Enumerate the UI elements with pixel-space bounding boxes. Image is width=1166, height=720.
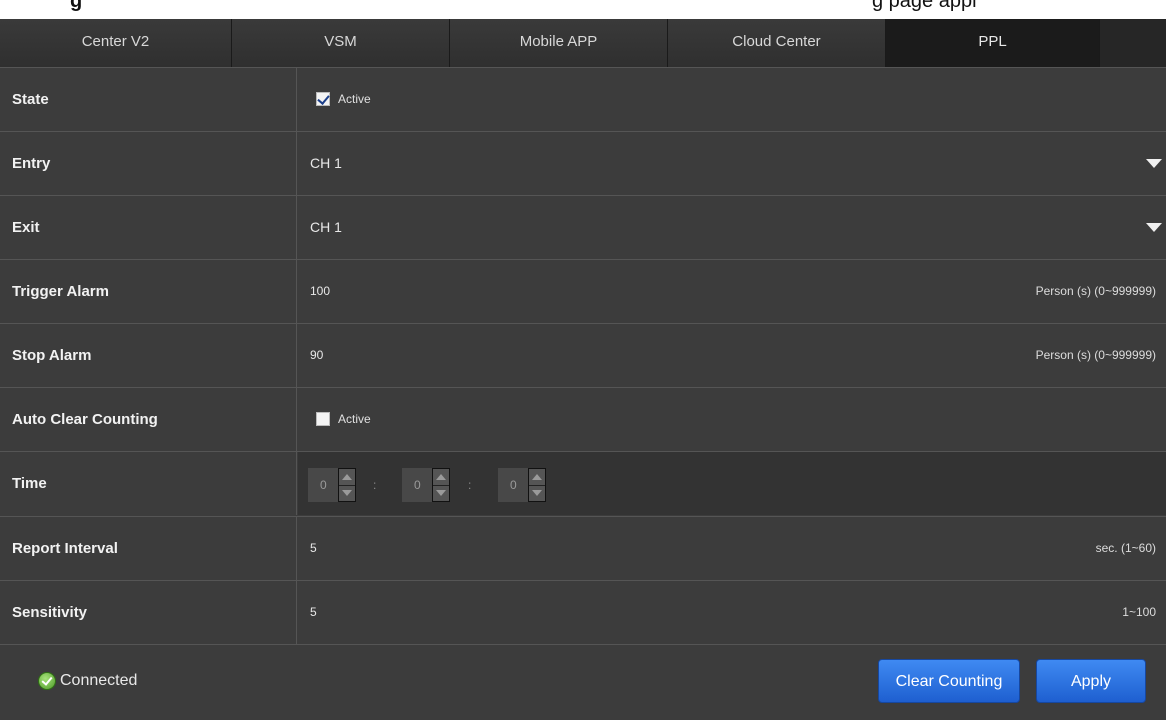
trigger-alarm-value: 100 xyxy=(310,284,331,298)
time-separator: : xyxy=(468,478,472,492)
report-interval-value: 5 xyxy=(310,541,317,555)
auto-clear-label: Auto Clear Counting xyxy=(0,388,297,451)
state-checkbox-control[interactable]: Active xyxy=(316,90,371,108)
exit-selected-value: CH 1 xyxy=(310,219,342,235)
auto-clear-active-checkbox[interactable] xyxy=(316,412,330,426)
trigger-alarm-label: Trigger Alarm xyxy=(0,260,297,323)
sensitivity-value: 5 xyxy=(310,605,317,619)
auto-clear-row: Auto Clear Counting Active xyxy=(0,387,1166,451)
connection-status: Connected xyxy=(38,672,137,690)
entry-label: Entry xyxy=(0,132,297,195)
stop-alarm-value: 90 xyxy=(310,348,324,362)
check-circle-icon xyxy=(38,672,56,690)
stop-alarm-input[interactable]: 90 Person (s) (0~999999) xyxy=(298,324,1166,387)
time-row: Time 0 : 0: 0 xyxy=(0,451,1166,515)
sensitivity-row: Sensitivity 5 1~100 xyxy=(0,580,1166,644)
hour-value: 0 xyxy=(320,478,327,492)
entry-select[interactable]: CH 1 xyxy=(298,132,1166,195)
second-value: 0 xyxy=(510,478,517,492)
trigger-alarm-unit: Person (s) (0~999999) xyxy=(1035,284,1156,298)
report-interval-input[interactable]: 5 sec. (1~60) xyxy=(298,517,1166,580)
tab-mobile-app[interactable]: Mobile APP xyxy=(450,19,668,67)
time-value: 0 : 0: 0 xyxy=(298,452,1166,515)
second-input[interactable]: 0 xyxy=(498,468,546,502)
hour-spinner[interactable]: 0 xyxy=(308,468,356,502)
sensitivity-input[interactable]: 5 1~100 xyxy=(298,581,1166,644)
partial-heading-text: g xyxy=(70,0,83,12)
stop-alarm-row: Stop Alarm 90 Person (s) (0~999999) xyxy=(0,323,1166,387)
minute-spinner[interactable]: 0 xyxy=(402,468,450,502)
hour-down-arrow-icon[interactable] xyxy=(339,485,355,501)
tab-vsm[interactable]: VSM xyxy=(232,19,450,67)
time-label: Time xyxy=(0,452,297,515)
tab-ppl[interactable]: PPL xyxy=(886,19,1100,67)
footer-bar: Connected Clear Counting Apply xyxy=(0,644,1166,720)
auto-clear-value: Active xyxy=(298,388,1166,451)
report-interval-unit: sec. (1~60) xyxy=(1095,541,1156,555)
trigger-alarm-row: Trigger Alarm 100 Person (s) (0~999999) xyxy=(0,259,1166,323)
stop-alarm-label: Stop Alarm xyxy=(0,324,297,387)
minute-value: 0 xyxy=(414,478,421,492)
trigger-alarm-input[interactable]: 100 Person (s) (0~999999) xyxy=(298,260,1166,323)
second-up-arrow-icon[interactable] xyxy=(529,469,545,486)
hour-up-arrow-icon[interactable] xyxy=(339,469,355,486)
time-separator: : xyxy=(373,478,377,492)
clear-counting-button[interactable]: Clear Counting xyxy=(878,659,1020,703)
tab-bar: Center V2 VSM Mobile APP Cloud Center PP… xyxy=(0,19,1166,67)
sensitivity-unit: 1~100 xyxy=(1122,605,1156,619)
tab-cloud-center[interactable]: Cloud Center xyxy=(668,19,886,67)
state-value: Active xyxy=(298,68,1166,131)
second-down-arrow-icon[interactable] xyxy=(529,485,545,501)
minute-up-arrow-icon[interactable] xyxy=(433,469,449,486)
second-spin-buttons xyxy=(528,468,546,502)
entry-selected-value: CH 1 xyxy=(310,155,342,171)
ppl-settings-panel: Center V2 VSM Mobile APP Cloud Center PP… xyxy=(0,19,1166,720)
state-active-checkbox[interactable] xyxy=(316,92,330,106)
sensitivity-label: Sensitivity xyxy=(0,581,297,644)
state-label: State xyxy=(0,68,297,131)
exit-row: Exit CH 1 xyxy=(0,195,1166,259)
exit-select[interactable]: CH 1 xyxy=(298,196,1166,259)
hour-input[interactable]: 0 xyxy=(308,468,356,502)
stop-alarm-unit: Person (s) (0~999999) xyxy=(1035,348,1156,362)
hour-spin-buttons xyxy=(338,468,356,502)
exit-label: Exit xyxy=(0,196,297,259)
state-active-label: Active xyxy=(338,92,371,106)
tab-center-v2[interactable]: Center V2 xyxy=(0,19,232,67)
entry-dropdown-arrow-icon[interactable] xyxy=(1146,159,1162,168)
minute-down-arrow-icon[interactable] xyxy=(433,485,449,501)
second-spinner[interactable]: 0 xyxy=(498,468,546,502)
partial-top-text: g page appl xyxy=(872,0,977,12)
apply-button[interactable]: Apply xyxy=(1036,659,1146,703)
minute-spin-buttons xyxy=(432,468,450,502)
exit-dropdown-arrow-icon[interactable] xyxy=(1146,223,1162,232)
auto-clear-checkbox-control[interactable]: Active xyxy=(316,410,371,428)
entry-row: Entry CH 1 xyxy=(0,131,1166,195)
auto-clear-active-label: Active xyxy=(338,412,371,426)
report-interval-label: Report Interval xyxy=(0,517,297,580)
connection-status-text: Connected xyxy=(60,672,138,689)
page: g g page appl Center V2 VSM Mobile APP C… xyxy=(0,0,1166,720)
state-row: State Active xyxy=(0,67,1166,131)
report-interval-row: Report Interval 5 sec. (1~60) xyxy=(0,516,1166,580)
minute-input[interactable]: 0 xyxy=(402,468,450,502)
